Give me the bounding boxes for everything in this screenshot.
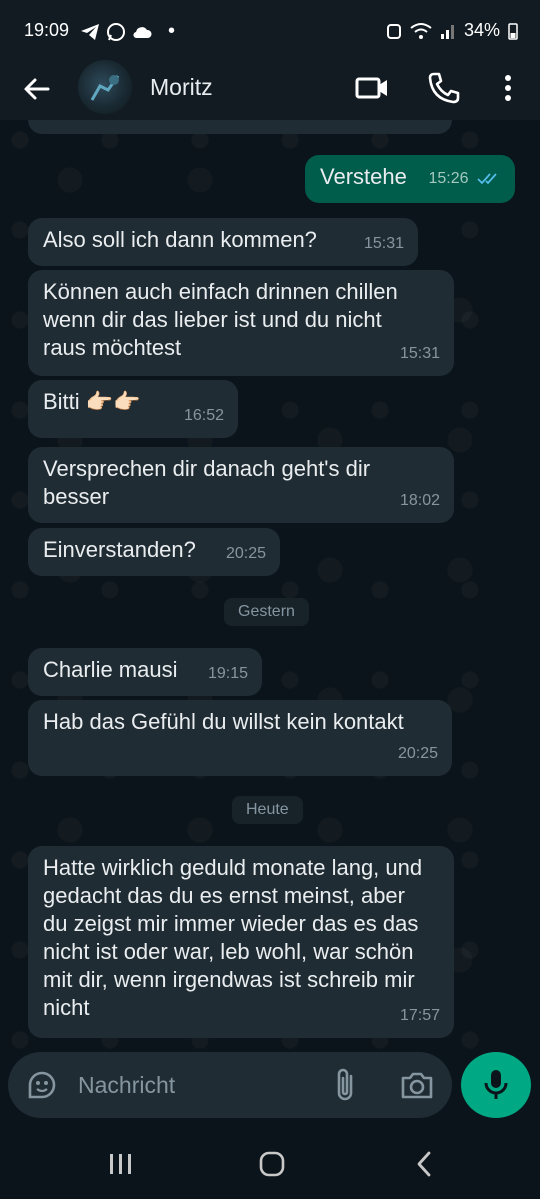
phone-icon[interactable]: [426, 70, 462, 106]
message-text: Verstehe: [320, 164, 407, 189]
message-input[interactable]: Nachricht: [78, 1072, 175, 1099]
message-bubble-incoming[interactable]: Können auch einfach drinnen chillen wenn…: [28, 270, 454, 376]
back-nav-icon[interactable]: [414, 1150, 434, 1178]
message-text: Versprechen dir danach geht's dir besser: [43, 456, 371, 509]
message-input-bar[interactable]: Nachricht: [8, 1052, 452, 1118]
telegram-icon: [81, 23, 99, 40]
system-navigation-bar: [0, 1128, 540, 1199]
day-separator: Heute: [232, 796, 303, 824]
message-text: Können auch einfach drinnen chillen wenn…: [43, 279, 398, 360]
message-bubble-incoming[interactable]: Bearbeitet 15:57: [28, 120, 452, 134]
message-edited-time: Bearbeitet 15:57: [321, 120, 438, 130]
video-call-icon[interactable]: [354, 70, 390, 106]
attach-icon[interactable]: [331, 1066, 359, 1104]
day-separator: Gestern: [224, 598, 309, 626]
message-time: 20:25: [225, 545, 266, 562]
battery-icon: [508, 22, 518, 40]
read-ticks-icon: [477, 173, 497, 185]
sticker-icon[interactable]: [26, 1069, 58, 1101]
message-bubble-incoming[interactable]: Bitti 👉🏻👉🏻 16:52: [28, 380, 238, 438]
message-bubble-incoming[interactable]: Also soll ich dann kommen? 15:31: [28, 218, 418, 266]
voice-message-button[interactable]: [461, 1052, 531, 1118]
contact-avatar[interactable]: [78, 60, 132, 114]
signal-icon: [440, 24, 454, 39]
alarm-icon: [386, 23, 401, 39]
wifi-icon: [410, 22, 432, 39]
message-time: 15:31: [363, 235, 404, 252]
message-time: 15:26: [429, 165, 502, 193]
message-bubble-incoming[interactable]: Hatte wirklich geduld monate lang, und g…: [28, 846, 454, 1038]
message-text: Also soll ich dann kommen?: [43, 227, 317, 252]
mic-icon: [484, 1070, 508, 1099]
message-text: Hab das Gefühl du willst kein kontakt: [43, 709, 404, 734]
message-bubble-incoming[interactable]: Hab das Gefühl du willst kein kontakt 20…: [28, 700, 452, 776]
message-time: 20:25: [397, 745, 438, 762]
message-time: 18:02: [399, 492, 440, 509]
home-icon[interactable]: [258, 1151, 286, 1177]
status-time: 19:09: [24, 20, 70, 40]
message-text: Hatte wirklich geduld monate lang, und g…: [43, 855, 423, 1020]
cloud-icon: [133, 26, 152, 38]
message-time: 16:52: [183, 407, 224, 424]
chat-area[interactable]: Bearbeitet 15:57 Verstehe 15:26 Also sol…: [0, 120, 540, 1050]
message-bubble-incoming[interactable]: Einverstanden? 20:25: [28, 528, 280, 576]
dot-icon: •: [168, 20, 176, 42]
message-time: 17:57: [399, 1007, 440, 1024]
avatar-image: [90, 75, 120, 101]
message-text: Charlie mausi: [43, 657, 178, 682]
message-bubble-incoming[interactable]: Versprechen dir danach geht's dir besser…: [28, 447, 454, 523]
contact-name[interactable]: Moritz: [150, 74, 213, 101]
recent-apps-icon[interactable]: [108, 1152, 134, 1176]
battery-percentage: 34%: [463, 20, 500, 40]
message-time: 19:15: [207, 665, 248, 682]
message-text: Bitti 👉🏻👉🏻: [43, 389, 141, 414]
whatsapp-icon: [107, 22, 125, 41]
more-options-icon[interactable]: [490, 70, 526, 106]
message-time: 15:31: [399, 345, 440, 362]
message-text: Einverstanden?: [43, 537, 196, 562]
back-arrow-icon[interactable]: [20, 72, 54, 106]
chat-header: Moritz: [0, 60, 540, 120]
camera-icon[interactable]: [400, 1069, 434, 1101]
status-bar: 19:09 • 34%: [0, 0, 540, 60]
message-bubble-outgoing[interactable]: Verstehe 15:26: [305, 155, 515, 203]
status-notification-icons: •: [80, 20, 175, 43]
status-right: 34%: [386, 20, 518, 41]
message-bubble-incoming[interactable]: Charlie mausi 19:15: [28, 648, 262, 696]
